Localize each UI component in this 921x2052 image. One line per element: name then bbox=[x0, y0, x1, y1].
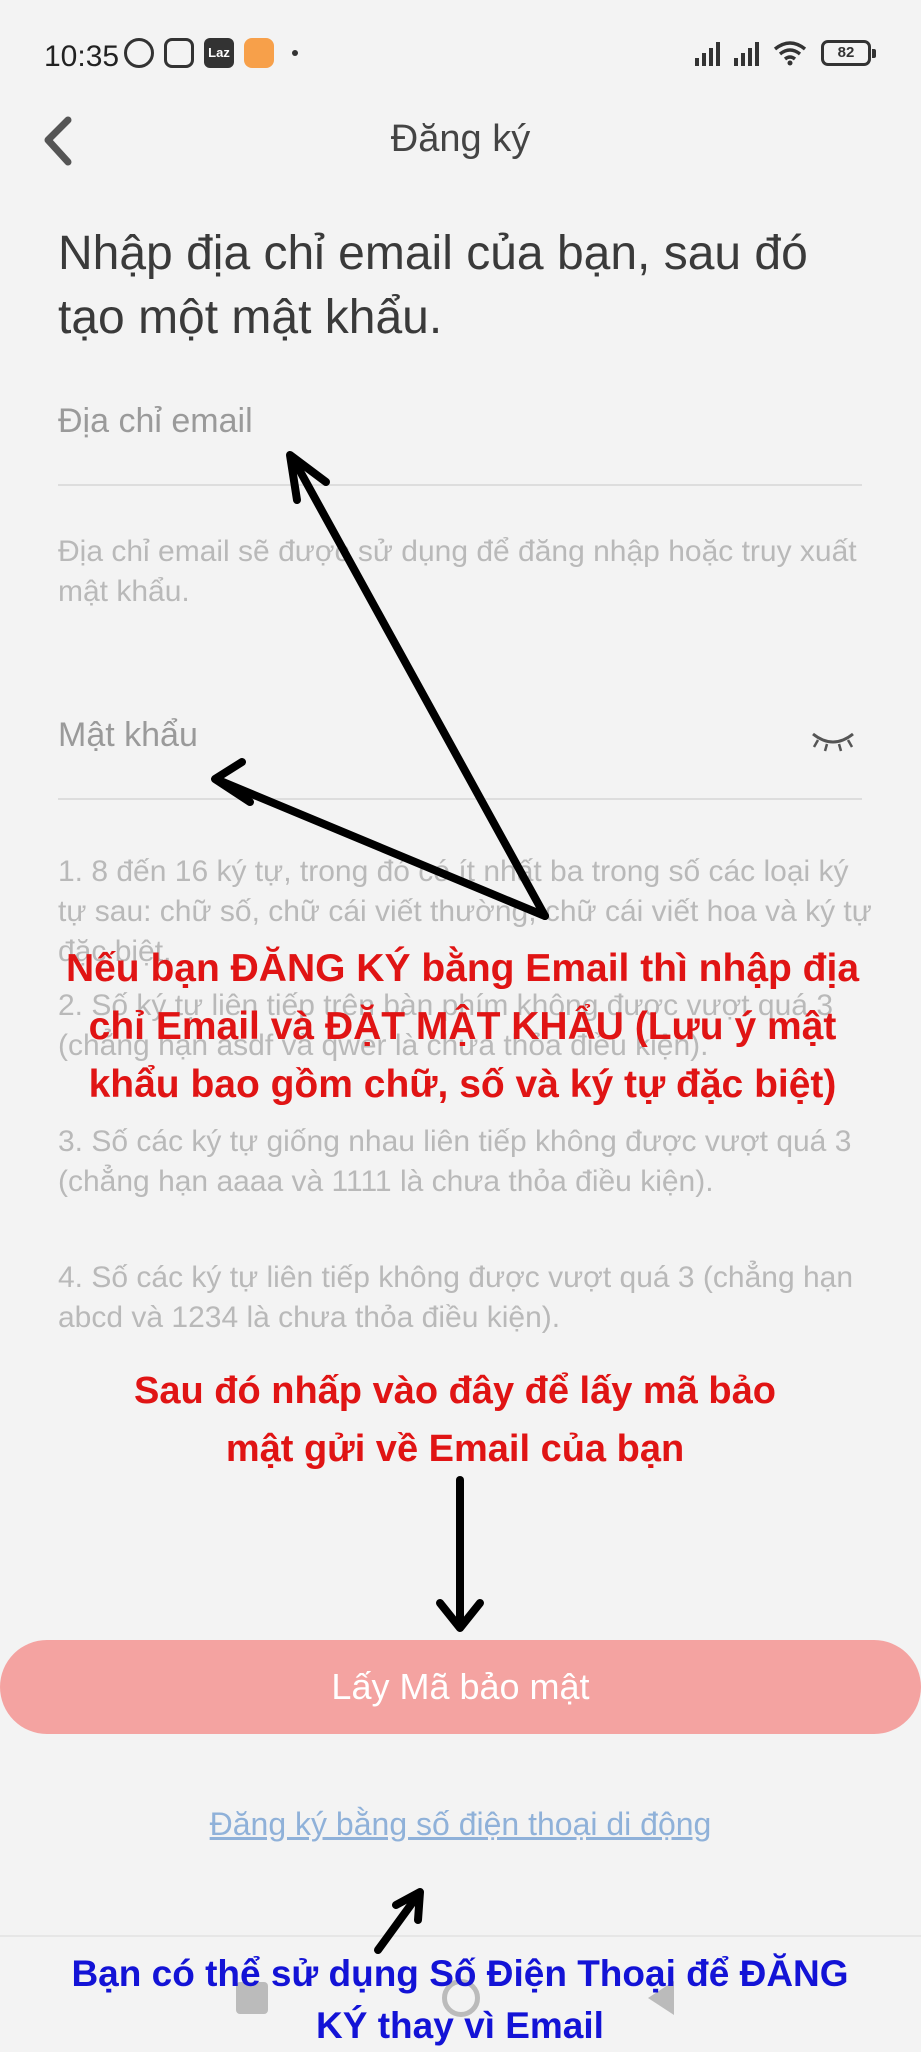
annotation-click-here: Sau đó nhấp vào đây để lấy mã bảo mật gử… bbox=[134, 1370, 776, 1470]
wifi-icon bbox=[773, 41, 807, 66]
alarm-icon bbox=[124, 38, 154, 68]
eye-closed-icon[interactable] bbox=[810, 730, 856, 752]
signal-icon bbox=[695, 40, 720, 66]
form-heading: Nhập địa chỉ email của bạn, sau đó tạo m… bbox=[58, 227, 808, 344]
password-field[interactable] bbox=[58, 716, 862, 800]
get-security-code-button[interactable]: Lấy Mã bảo mật bbox=[0, 1640, 921, 1734]
password-rule-4: 4. Số các ký tự liên tiếp không được vượ… bbox=[58, 1261, 854, 1334]
arrowhead-button bbox=[436, 1599, 484, 1632]
battery-icon: 82 bbox=[821, 40, 876, 66]
annotation-signup-instruction: Nếu bạn ĐĂNG KÝ bằng Email thì nhập địa … bbox=[65, 947, 860, 1106]
password-input[interactable] bbox=[58, 716, 862, 755]
mi-icon bbox=[244, 38, 274, 68]
system-icons: 82 bbox=[695, 40, 876, 66]
status-time: 10:35 bbox=[44, 40, 120, 73]
arrowhead-phone-link bbox=[392, 1888, 424, 1924]
laz-icon: Laz bbox=[204, 38, 234, 68]
status-bar: 10:35 Laz 82 bbox=[0, 0, 921, 110]
phone-signup-link[interactable]: Đăng ký bằng số điện thoại di động bbox=[0, 1806, 921, 1843]
password-rule-3: 3. Số các ký tự giống nhau liên tiếp khô… bbox=[58, 1125, 852, 1198]
email-field[interactable] bbox=[58, 402, 862, 486]
email-input[interactable] bbox=[58, 402, 862, 441]
email-hint: Địa chỉ email sẽ được sử dụng để đăng nh… bbox=[58, 535, 857, 608]
signal-icon bbox=[734, 40, 759, 66]
page-title: Đăng ký bbox=[390, 118, 531, 160]
more-notifications-dot bbox=[292, 50, 298, 56]
notification-icons: Laz bbox=[124, 38, 298, 68]
arrow-to-email bbox=[291, 458, 549, 920]
annotation-phone-tip: Bạn có thể sử dụng Số Điện Thoại để ĐĂNG… bbox=[71, 1953, 849, 2046]
face-icon bbox=[164, 38, 194, 68]
